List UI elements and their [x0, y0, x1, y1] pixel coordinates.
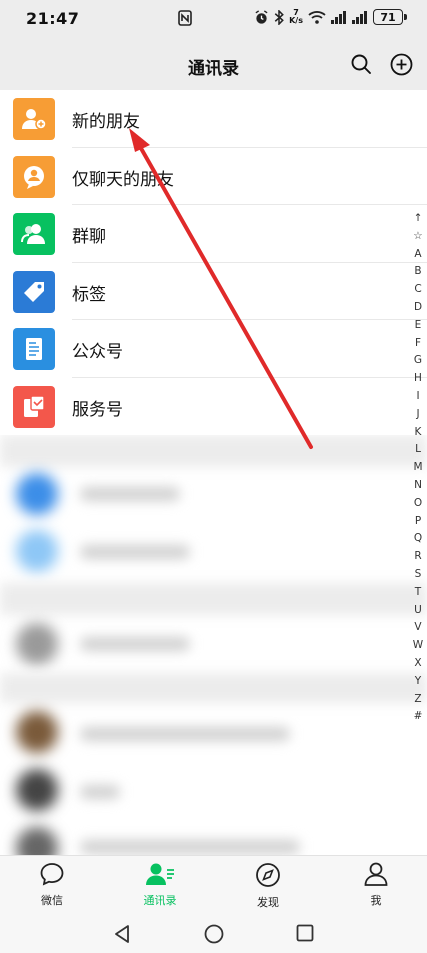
annotation-arrow	[129, 128, 313, 449]
bottom-nav: 微信 通讯录 发现 我	[0, 855, 427, 914]
tab-contacts[interactable]: 通讯录	[120, 862, 200, 908]
tab-label: 我	[370, 894, 382, 907]
system-nav	[0, 913, 427, 953]
recents-square-icon[interactable]	[296, 924, 314, 946]
home-circle-icon[interactable]	[204, 924, 224, 948]
contacts-icon	[146, 863, 174, 885]
tab-label: 发现	[257, 896, 279, 909]
tab-chats[interactable]: 微信	[12, 862, 92, 908]
tab-discover[interactable]: 发现	[228, 862, 308, 910]
compass-icon	[256, 863, 280, 887]
chat-bubble-icon	[40, 863, 64, 886]
tab-label: 通讯录	[143, 894, 177, 907]
person-icon	[364, 862, 388, 886]
tab-me[interactable]: 我	[336, 862, 416, 908]
back-triangle-icon[interactable]	[113, 924, 131, 948]
tab-label: 微信	[41, 894, 63, 907]
